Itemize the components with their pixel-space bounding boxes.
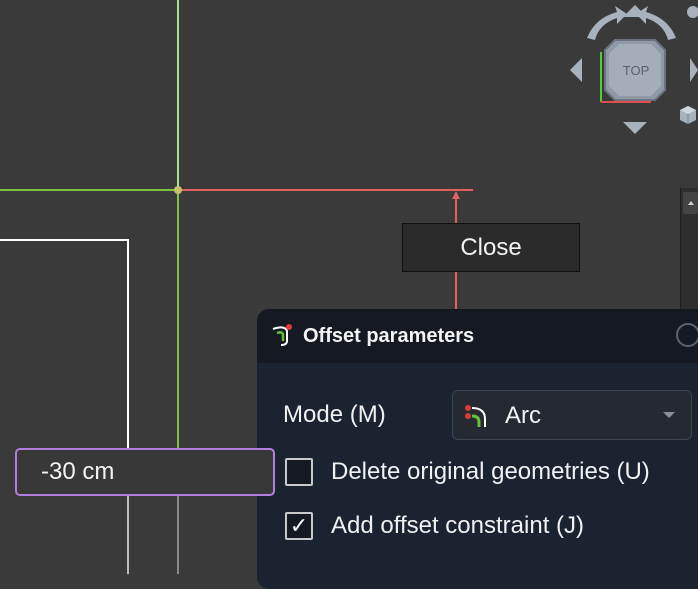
dimension-input[interactable]: -30 cm (15, 448, 275, 496)
y-axis-line-upper (177, 0, 179, 190)
collapse-panel-button[interactable] (676, 323, 698, 347)
x-axis-line-left (0, 189, 177, 191)
offset-tool-icon (272, 324, 292, 346)
arc-mode-icon (465, 405, 486, 427)
nav-cube-face-label: TOP (622, 63, 650, 78)
dimension-arrow (452, 191, 460, 199)
add-offset-constraint-checkbox[interactable]: ✓ Add offset constraint (J) (285, 512, 584, 540)
arrow-right-icon (690, 58, 698, 82)
chevron-down-icon (663, 412, 675, 418)
delete-original-geometries-label: Delete original geometries (U) (331, 458, 650, 485)
mode-label: Mode (M) (283, 401, 386, 428)
x-axis-line-right (179, 189, 473, 191)
panel-title: Offset parameters (303, 325, 475, 347)
rotate-left-arrow-icon (587, 6, 627, 40)
arrow-down-icon (623, 122, 647, 134)
mode-select-value: Arc (505, 402, 541, 429)
sketch-edge-right-lower (127, 496, 129, 574)
y-axis-line-lower (177, 190, 179, 448)
y-axis-line-tail (177, 496, 179, 574)
add-offset-constraint-label: Add offset constraint (J) (331, 512, 585, 539)
sketch-edge-right (127, 239, 129, 448)
panel-header[interactable]: Offset parameters (257, 309, 698, 363)
delete-original-geometries-checkbox[interactable]: Delete original geometries (U) (285, 458, 650, 486)
checkbox-unchecked[interactable] (285, 458, 313, 486)
rotate-right-arrow-icon (636, 6, 676, 40)
arrow-left-icon (570, 58, 582, 82)
mode-select[interactable]: Arc (452, 390, 692, 440)
chevron-up-icon (688, 201, 694, 205)
sketch-edge-top (0, 239, 129, 241)
offset-parameters-panel: Offset parameters Mode (M) Arc Delete or… (257, 309, 698, 589)
close-button[interactable]: Close (402, 223, 580, 272)
view-menu-cube-icon (680, 106, 696, 124)
view-dot-icon (687, 6, 698, 18)
checkbox-checked[interactable]: ✓ (285, 512, 313, 540)
origin-point (174, 186, 182, 194)
